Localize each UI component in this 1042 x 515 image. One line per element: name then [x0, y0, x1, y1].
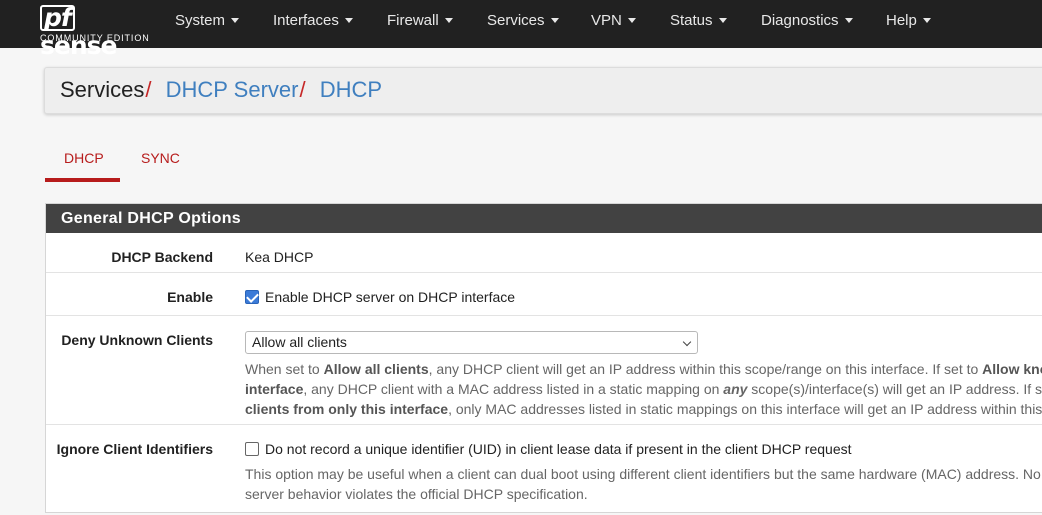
nav-status[interactable]: Status	[670, 0, 727, 48]
panel-title: General DHCP Options	[46, 204, 1042, 233]
nav-help[interactable]: Help	[886, 0, 931, 48]
deny-help-line-3: clients from only this interface, only M…	[245, 401, 1042, 417]
caret-down-icon	[550, 17, 559, 23]
breadcrumb-separator: /	[299, 77, 306, 102]
deny-unknown-clients-select[interactable]: Allow all clients	[245, 331, 698, 354]
row-divider	[46, 424, 1042, 425]
deny-help-line-1: When set to Allow all clients, any DHCP …	[245, 361, 1042, 377]
ignore-client-identifiers-label: Ignore Client Identifiers	[56, 441, 213, 457]
caret-down-icon	[922, 17, 931, 23]
deny-unknown-clients-label: Deny Unknown Clients	[61, 332, 213, 348]
tab-dhcp[interactable]: DHCP	[64, 150, 104, 166]
tab-sync[interactable]: SYNC	[141, 150, 180, 166]
caret-down-icon	[718, 17, 727, 23]
enable-option[interactable]: Enable DHCP server on DHCP interface	[245, 289, 515, 305]
breadcrumb-dhcp-link[interactable]: DHCP	[320, 77, 382, 102]
dhcp-backend-value: Kea DHCP	[245, 249, 314, 265]
breadcrumb-separator: /	[145, 77, 152, 102]
nav-system[interactable]: System	[175, 0, 240, 48]
deny-help-line-2: interface, any DHCP client with a MAC ad…	[245, 381, 1042, 397]
logo-edition: COMMUNITY EDITION	[40, 33, 150, 43]
breadcrumb: Services/ DHCP Server/ DHCP	[44, 67, 1042, 114]
ignore-client-identifiers-checkbox[interactable]	[245, 442, 259, 456]
select-value: Allow all clients	[252, 334, 347, 350]
active-tab-indicator	[45, 178, 120, 182]
row-divider	[46, 315, 1042, 316]
pfsense-logo[interactable]: pfsense COMMUNITY EDITION	[40, 4, 150, 60]
nav-diagnostics[interactable]: Diagnostics	[761, 0, 853, 48]
dhcp-backend-label: DHCP Backend	[111, 249, 213, 265]
caret-down-icon	[231, 17, 240, 23]
nav-interfaces[interactable]: Interfaces	[273, 0, 353, 48]
top-navbar: pfsense COMMUNITY EDITION System Interfa…	[0, 0, 1042, 60]
ignore-help-line-2: server behavior violates the official DH…	[245, 486, 588, 502]
ignore-checkbox-text: Do not record a unique identifier (UID) …	[265, 441, 852, 457]
caret-down-icon	[844, 17, 853, 23]
logo-wordmark: pfsense	[40, 3, 117, 60]
nav-vpn[interactable]: VPN	[591, 0, 636, 48]
general-dhcp-options-panel: General DHCP Options DHCP Backend Kea DH…	[45, 203, 1042, 513]
ignore-client-identifiers-option[interactable]: Do not record a unique identifier (UID) …	[245, 441, 852, 457]
chevron-down-icon	[682, 337, 692, 347]
caret-down-icon	[627, 17, 636, 23]
nav-firewall[interactable]: Firewall	[387, 0, 453, 48]
caret-down-icon	[444, 17, 453, 23]
ignore-help-line-1: This option may be useful when a client …	[245, 466, 1041, 482]
caret-down-icon	[344, 17, 353, 23]
nav-services[interactable]: Services	[487, 0, 559, 48]
enable-label: Enable	[167, 289, 213, 305]
breadcrumb-dhcp-server-link[interactable]: DHCP Server	[166, 77, 299, 102]
breadcrumb-services: Services	[60, 77, 145, 102]
row-divider	[46, 272, 1042, 273]
enable-checkbox[interactable]	[245, 290, 259, 304]
enable-checkbox-text: Enable DHCP server on DHCP interface	[265, 289, 516, 305]
page-title: Services/ DHCP Server/ DHCP	[60, 77, 382, 103]
